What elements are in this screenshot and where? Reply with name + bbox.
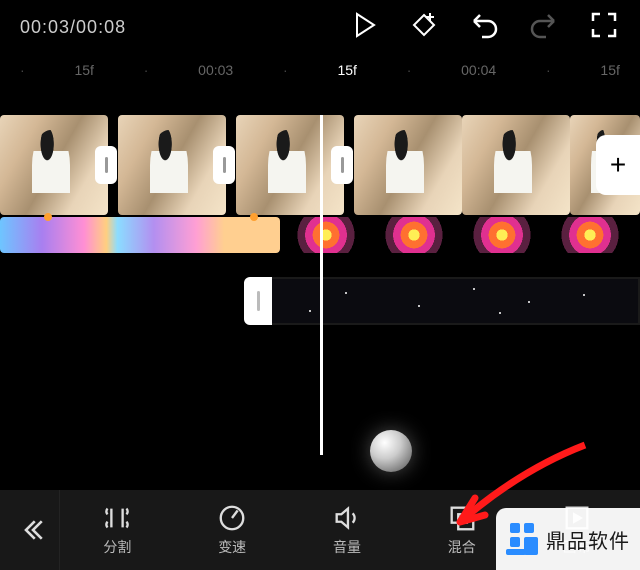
tool-label: 分割 <box>103 537 131 557</box>
watermark-text: 鼎品软件 <box>546 525 630 554</box>
playhead[interactable] <box>320 115 323 455</box>
keyframe-button[interactable] <box>408 9 440 46</box>
ruler-tick: 00:04 <box>461 62 496 78</box>
play-button[interactable] <box>348 9 380 46</box>
ruler-tick: 15f <box>337 62 356 78</box>
transition-button[interactable] <box>331 146 353 184</box>
tool-volume[interactable]: 音量 <box>290 490 405 570</box>
transition-button[interactable] <box>213 146 235 184</box>
video-clip[interactable] <box>0 115 108 215</box>
tool-speed[interactable]: 变速 <box>175 490 290 570</box>
tool-label: 混合 <box>448 537 476 557</box>
video-clip[interactable] <box>118 115 226 215</box>
video-clip[interactable] <box>354 115 462 215</box>
transition-button[interactable] <box>95 146 117 184</box>
overlay-clip[interactable] <box>272 277 640 325</box>
watermark: 鼎品软件 <box>496 508 640 570</box>
fullscreen-button[interactable] <box>588 9 620 46</box>
add-clip-button[interactable]: + <box>596 135 640 195</box>
tool-label: 音量 <box>333 537 361 557</box>
ruler-tick: 15f <box>74 62 93 78</box>
watermark-logo-icon <box>502 519 542 559</box>
tool-split[interactable]: 分割 <box>60 490 175 570</box>
video-clip[interactable] <box>236 115 344 215</box>
undo-button[interactable] <box>468 9 500 46</box>
time-display: 00:03/00:08 <box>20 17 126 38</box>
selection-orb[interactable] <box>370 430 412 472</box>
timeline-ruler[interactable]: · 15f · 00:03 · 15f · 00:04 · 15f <box>0 55 640 85</box>
video-clip[interactable] <box>462 115 570 215</box>
redo-button[interactable] <box>528 9 560 46</box>
ruler-tick: 15f <box>600 62 619 78</box>
ruler-tick: 00:03 <box>198 62 233 78</box>
effect-clip-rings[interactable] <box>282 217 640 253</box>
effect-clip-gradient[interactable] <box>0 217 280 253</box>
overlay-clip-handle[interactable] <box>244 277 272 325</box>
back-button[interactable] <box>6 490 60 570</box>
tool-label: 变速 <box>218 537 246 557</box>
